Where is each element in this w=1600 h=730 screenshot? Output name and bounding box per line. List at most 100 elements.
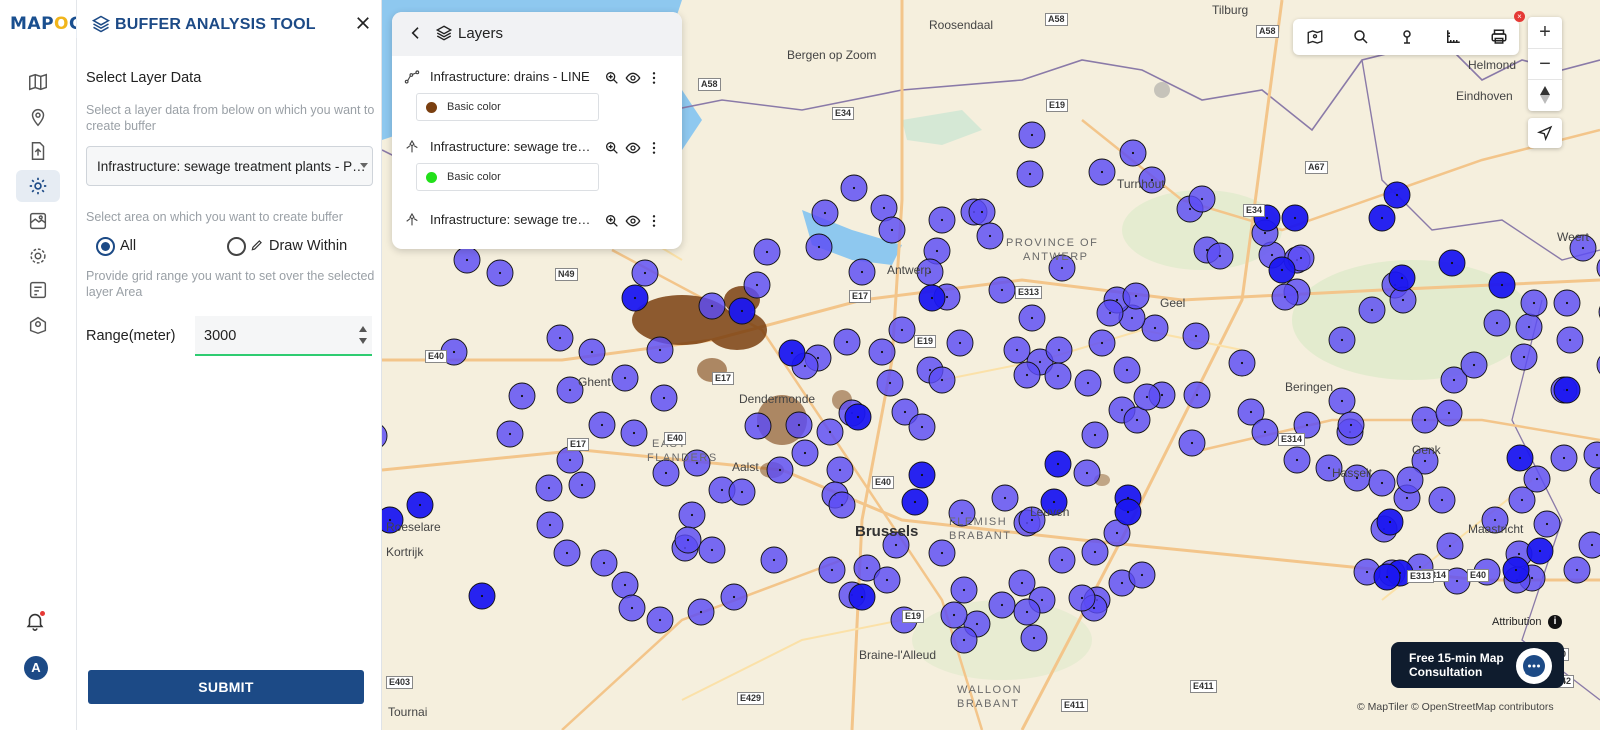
plant-point: [1003, 496, 1007, 500]
plant-point: [600, 423, 604, 427]
close-icon[interactable]: [354, 14, 372, 32]
more-vertical-icon[interactable]: [646, 70, 662, 86]
place-label: Geel: [1160, 296, 1186, 310]
zoom-in-icon[interactable]: [604, 140, 620, 156]
print-icon[interactable]: [1490, 28, 1508, 46]
plant-point: [940, 378, 944, 382]
buffer-circle[interactable]: [382, 423, 388, 449]
plant-point: [1562, 456, 1566, 460]
buffer-circle[interactable]: [1589, 467, 1600, 495]
pin-icon[interactable]: [1398, 28, 1416, 46]
chevron-left-icon[interactable]: [408, 25, 424, 41]
plant-point: [1195, 393, 1199, 397]
chevron-down-icon: [360, 163, 368, 168]
attribution-button[interactable]: Attribution: [1492, 616, 1542, 628]
zoom-in-icon[interactable]: [604, 213, 620, 229]
plant-point: [1545, 522, 1549, 526]
eye-icon[interactable]: [625, 70, 641, 86]
zoom-out-button[interactable]: −: [1528, 48, 1562, 79]
close-icon[interactable]: ×: [1514, 11, 1525, 22]
map-data-icon[interactable]: [16, 205, 60, 237]
plant-point: [1518, 456, 1522, 460]
plant-point: [623, 376, 627, 380]
eye-icon[interactable]: [625, 213, 641, 229]
color-dot: [426, 172, 437, 183]
consultation-banner[interactable]: Free 15-min Map Consultation: [1391, 642, 1564, 688]
more-vertical-icon[interactable]: [646, 213, 662, 229]
gear-icon[interactable]: [16, 170, 60, 202]
plant-point: [740, 490, 744, 494]
color-label: Basic color: [447, 101, 501, 113]
place-label: Hasselt: [1332, 466, 1373, 480]
user-location-icon[interactable]: [16, 309, 60, 341]
radio-all[interactable]: [96, 237, 115, 256]
plant-point: [633, 296, 637, 300]
plant-point: [1452, 378, 1456, 382]
road-shield: A58: [1256, 25, 1279, 38]
plant-point: [945, 295, 949, 299]
location-pin-icon[interactable]: [16, 101, 60, 133]
plant-point: [1080, 596, 1084, 600]
more-vertical-icon[interactable]: [646, 140, 662, 156]
basemap-icon[interactable]: [1306, 28, 1324, 46]
app-root: MAPOG A › BUFFER ANA: [0, 0, 1600, 730]
plant-point: [690, 513, 694, 517]
layer-color-swatch[interactable]: Basic color: [416, 163, 599, 191]
road-shield: E314: [1278, 433, 1306, 446]
road-shield: E313: [1407, 570, 1435, 583]
plant-point: [1015, 348, 1019, 352]
plant-point: [778, 468, 782, 472]
plant-point: [1134, 294, 1138, 298]
plant-point: [845, 340, 849, 344]
submit-button[interactable]: SUBMIT: [88, 670, 364, 704]
eye-icon[interactable]: [625, 140, 641, 156]
plant-point: [1100, 170, 1104, 174]
spinner-up-icon[interactable]: [359, 326, 367, 332]
radio-all-label: All: [120, 238, 137, 254]
plant-point: [1240, 361, 1244, 365]
place-label: Bergen op Zoom: [787, 48, 877, 62]
search-icon[interactable]: [1352, 28, 1370, 46]
compass-button[interactable]: [1528, 79, 1562, 110]
plant-point: [643, 271, 647, 275]
range-input[interactable]: 3000: [195, 316, 372, 356]
chat-button[interactable]: [1516, 648, 1552, 684]
plant-point: [865, 566, 869, 570]
measure-icon[interactable]: [1444, 28, 1462, 46]
plant-point: [823, 211, 827, 215]
plant-point: [1086, 381, 1090, 385]
zoom-in-icon[interactable]: [604, 70, 620, 86]
plant-point: [860, 270, 864, 274]
road-shield: E40: [1467, 569, 1490, 582]
plant-point: [710, 304, 714, 308]
locate-button[interactable]: [1528, 118, 1562, 148]
settings-icon[interactable]: [16, 240, 60, 272]
plant-point: [480, 594, 484, 598]
zoom-in-button[interactable]: +: [1528, 17, 1562, 48]
layer-select[interactable]: Infrastructure: sewage treatment plants …: [86, 146, 373, 186]
map-icon[interactable]: [16, 66, 60, 98]
layer-color-swatch[interactable]: Basic color: [416, 93, 599, 121]
place-label: BRABANT: [957, 698, 1020, 710]
compass-icon: [1540, 86, 1550, 104]
plant-point: [962, 588, 966, 592]
buffer-circle[interactable]: [1578, 531, 1600, 559]
road-shield: E34: [832, 107, 855, 120]
area-hint: Select area on which you want to create …: [86, 210, 343, 224]
plant-point: [1263, 430, 1267, 434]
plant-point: [1270, 253, 1274, 257]
chat-bubble-icon: [1523, 655, 1545, 677]
plant-point: [828, 430, 832, 434]
info-icon[interactable]: i: [1548, 615, 1562, 629]
report-icon[interactable]: [16, 274, 60, 306]
plant-point: [1120, 408, 1124, 412]
road-shield: E19: [1046, 99, 1069, 112]
upload-icon[interactable]: [16, 135, 60, 167]
plant-point: [1218, 254, 1222, 258]
mapog-logo[interactable]: MAPOG: [10, 14, 83, 34]
avatar[interactable]: A: [24, 656, 48, 680]
place-label: Kortrijk: [386, 545, 424, 559]
spinner-down-icon[interactable]: [359, 338, 367, 344]
radio-draw-within[interactable]: [227, 237, 246, 256]
place-label: Beringen: [1285, 380, 1334, 394]
